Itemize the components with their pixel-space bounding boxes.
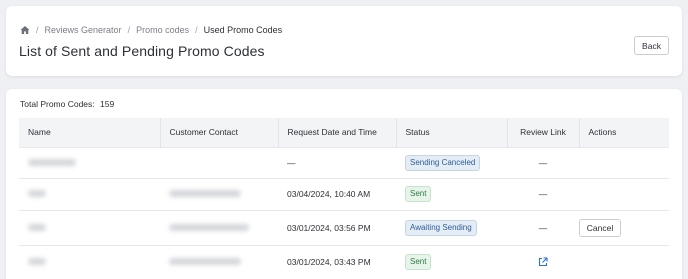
redacted-contact <box>169 190 241 197</box>
home-icon[interactable] <box>20 25 30 35</box>
table-row: — Sending Canceled — <box>19 146 669 178</box>
column-actions: Actions <box>588 127 617 138</box>
breadcrumb-reviews-generator[interactable]: Reviews Generator <box>45 25 122 35</box>
name-cell <box>19 244 160 278</box>
contact-cell <box>160 244 278 278</box>
status-badge: Sent <box>405 186 432 202</box>
breadcrumb-promo-codes[interactable]: Promo codes <box>136 25 189 35</box>
total-promo-codes: Total Promo Codes: 159 <box>20 99 114 109</box>
status-cell: Awaiting Sending <box>396 209 507 245</box>
redacted-contact <box>169 223 249 231</box>
review-link-cell: — <box>507 209 579 245</box>
header-card: / Reviews Generator / Promo codes / Used… <box>6 6 682 76</box>
actions-cell: Cancel <box>579 209 669 245</box>
cancel-button[interactable]: Cancel <box>579 218 621 237</box>
status-badge: Sent <box>405 253 432 270</box>
total-value: 159 <box>100 99 115 109</box>
contact-cell <box>160 146 278 178</box>
table-row: 03/04/2024, 10:40 AM Sent — <box>19 177 669 210</box>
promo-codes-table: Name Customer Contact Request Date and T… <box>19 118 669 278</box>
actions-cell <box>579 244 669 278</box>
column-status: Status <box>396 118 508 147</box>
name-cell <box>19 146 160 178</box>
status-cell: Sent <box>396 244 507 278</box>
column-customer-contact: Customer Contact <box>160 118 279 147</box>
review-link-cell: — <box>507 177 579 210</box>
name-cell <box>19 209 160 245</box>
actions-cell <box>579 177 669 210</box>
table-row: 03/01/2024, 03:43 PM Sent <box>19 244 669 278</box>
table-header-row: Name Customer Contact Request Date and T… <box>19 118 669 147</box>
external-link-icon[interactable] <box>538 257 548 267</box>
name-cell <box>19 177 160 210</box>
redacted-name <box>28 223 46 231</box>
breadcrumb-separator: / <box>127 25 131 35</box>
request-date-cell: 03/01/2024, 03:56 PM <box>278 209 396 245</box>
back-button[interactable]: Back <box>634 36 669 55</box>
status-cell: Sending Canceled <box>396 146 507 178</box>
column-name: Name <box>19 118 161 147</box>
redacted-name <box>28 158 76 166</box>
promo-list-card: Total Promo Codes: 159 Name Customer Con… <box>6 89 682 279</box>
breadcrumb-current: Used Promo Codes <box>203 25 283 35</box>
status-badge: Awaiting Sending <box>405 219 477 236</box>
contact-cell <box>160 209 278 245</box>
status-cell: Sent <box>396 177 507 210</box>
status-badge: Sending Canceled <box>405 154 481 171</box>
actions-cell <box>579 146 669 178</box>
redacted-name <box>28 190 46 197</box>
review-link-cell <box>507 244 579 278</box>
breadcrumb-separator: / <box>36 25 39 35</box>
page-title: List of Sent and Pending Promo Codes <box>19 43 265 59</box>
request-date-cell: — <box>278 146 396 178</box>
review-link-cell: — <box>507 146 579 178</box>
request-date-cell: 03/04/2024, 10:40 AM <box>278 177 396 210</box>
contact-cell <box>160 177 278 210</box>
redacted-name <box>28 257 46 265</box>
breadcrumb: / Reviews Generator / Promo codes / Used… <box>20 25 282 35</box>
breadcrumb-separator: / <box>195 25 198 35</box>
request-date-cell: 03/01/2024, 03:43 PM <box>278 244 396 278</box>
table-row: 03/01/2024, 03:56 PM Awaiting Sending — … <box>19 209 669 245</box>
redacted-contact <box>169 257 241 265</box>
column-review-link: Review Link <box>507 118 580 147</box>
column-request-date: Request Date and Time <box>278 118 397 147</box>
total-label: Total Promo Codes: <box>20 99 95 109</box>
